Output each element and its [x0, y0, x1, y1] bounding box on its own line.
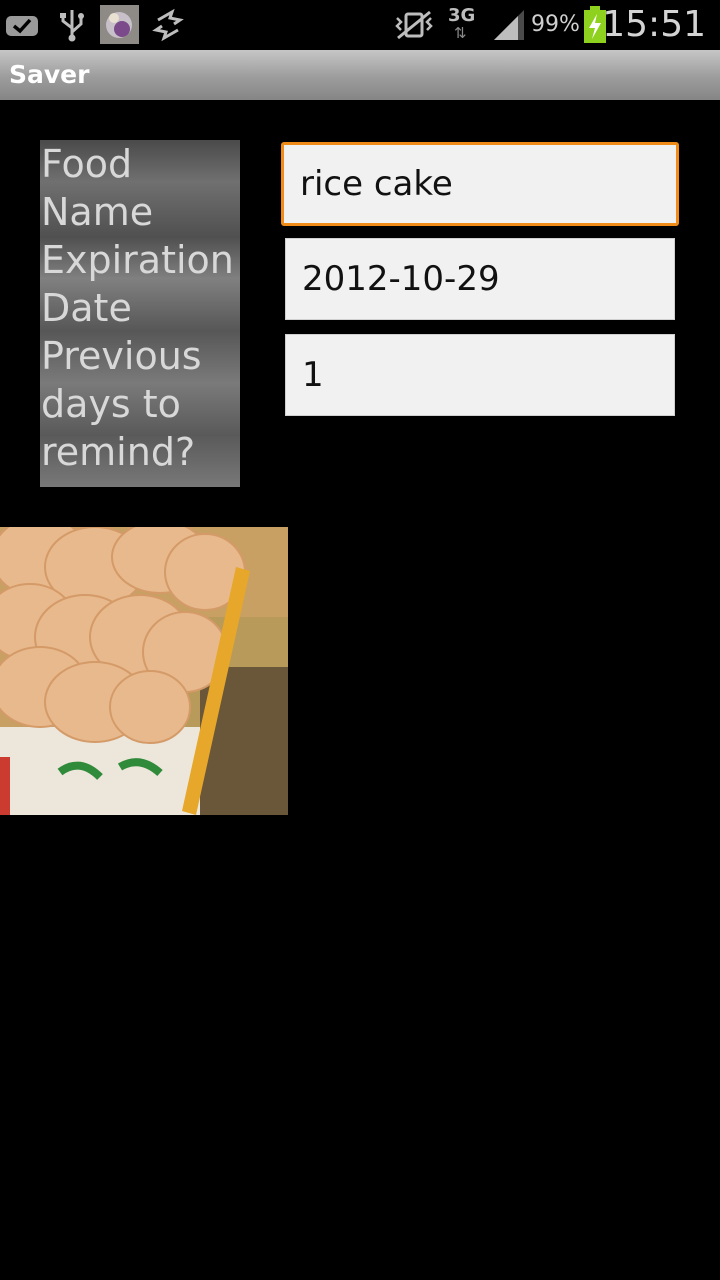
food-name-input[interactable]: [281, 142, 679, 226]
expiration-date-input[interactable]: [285, 238, 675, 320]
title-bar: Saver: [0, 50, 720, 100]
network-3g-icon: 3G ⇅: [448, 5, 476, 42]
expiration-date-label: Expiration Date: [41, 238, 234, 330]
food-name-label: Food Name: [41, 142, 154, 234]
field-labels-panel: Food Name Expiration Date Previous days …: [40, 140, 240, 487]
battery-percent: 99%: [531, 12, 580, 37]
app-title: Saver: [9, 60, 90, 89]
remind-days-input[interactable]: [285, 334, 675, 416]
vibrate-silent-icon: [395, 10, 433, 40]
clock: 15:51: [602, 4, 706, 45]
remind-days-label: Previous days to remind?: [41, 334, 202, 474]
status-bar: 3G ⇅ 99% 15:51: [0, 0, 720, 50]
app-thumbnail-icon: [100, 5, 139, 44]
sync-icon: [152, 8, 184, 42]
signal-strength-icon: [494, 10, 524, 40]
cookie-package-photo: [0, 527, 288, 815]
check-mail-icon: [6, 16, 38, 36]
usb-icon: [60, 10, 84, 42]
